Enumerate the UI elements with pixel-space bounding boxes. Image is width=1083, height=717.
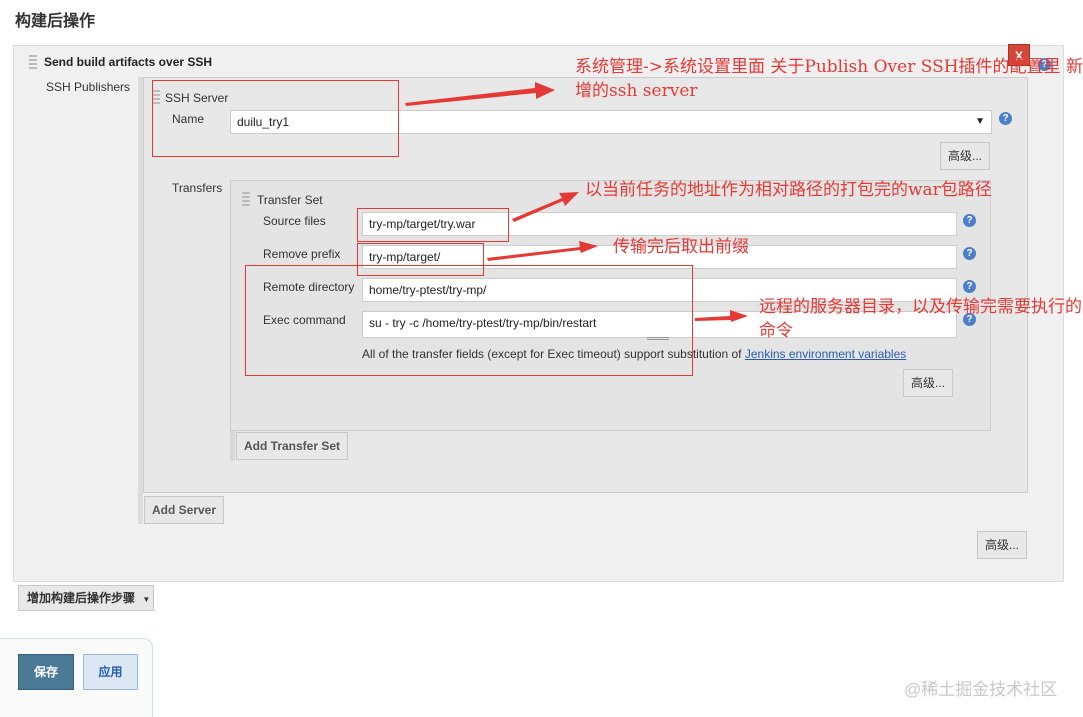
annotation-source-files: 以当前任务的地址作为相对路径的打包完的war包路径 [585,180,992,200]
arrow-source-files [512,192,579,222]
arrow-ssh-server [405,82,555,106]
annotation-remote: 远程的服务器目录，以及传输完需要执行的命令 [759,297,1082,341]
annotation-remove-prefix: 传输完后取出前缀 [613,237,749,257]
annotation-arrows [405,82,748,322]
arrow-remove-prefix [487,241,598,261]
arrow-remote [695,310,748,322]
watermark: @稀土掘金技术社区 [904,680,1058,699]
annotation-ssh-server: 系统管理->系统设置里面 关于Publish Over SSH插件的配置里 新增… [575,57,1083,101]
